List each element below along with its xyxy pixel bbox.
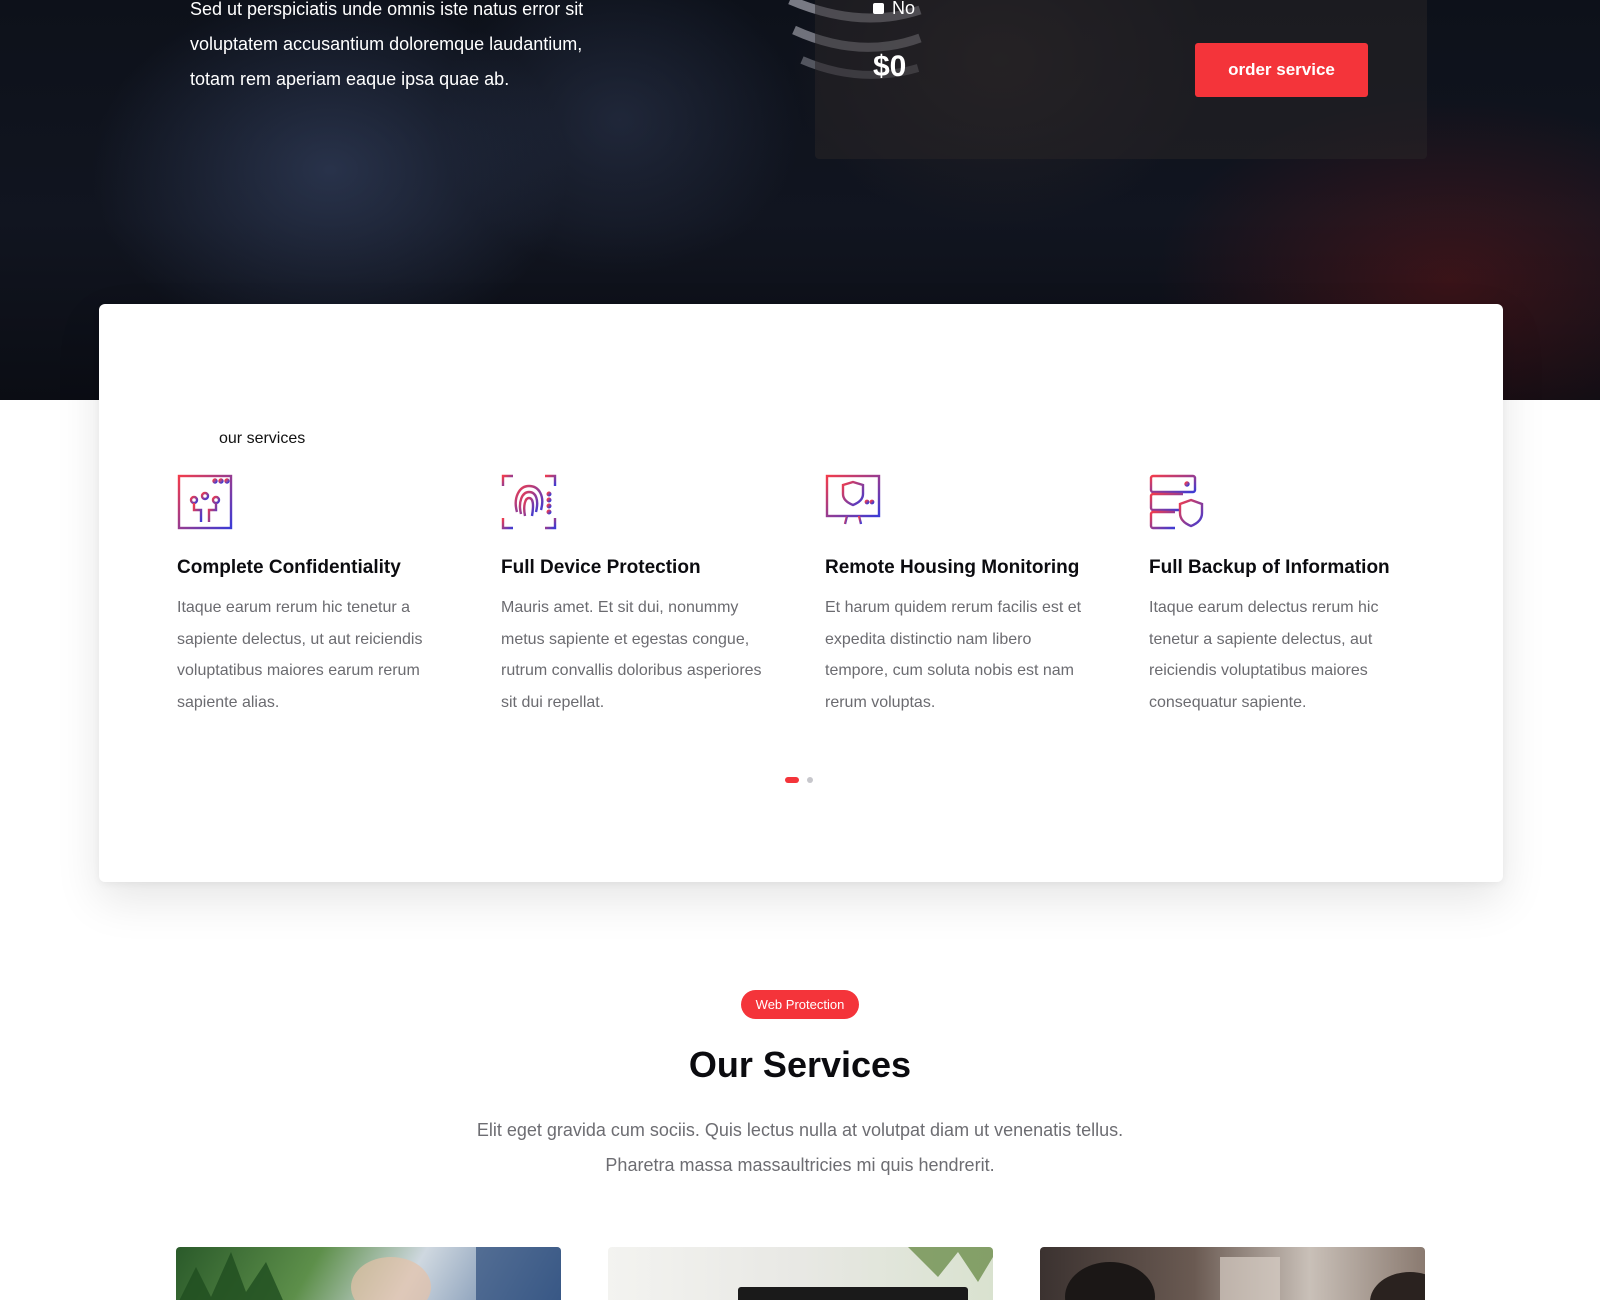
service-item: Full Device Protection Mauris amet. Et s… xyxy=(501,474,771,718)
service-item: Full Backup of Information Itaque earum … xyxy=(1149,474,1419,718)
hero-description: Sed ut perspiciatis unde omnis iste natu… xyxy=(190,0,610,97)
no-option[interactable]: No xyxy=(873,0,915,19)
carousel-dot-2[interactable] xyxy=(807,777,813,783)
service-image-1[interactable] xyxy=(176,1247,561,1300)
hero-text-line: Sed ut perspiciatis unde omnis iste natu… xyxy=(190,0,584,19)
service-description: Itaque earum rerum hic tenetur a sapient… xyxy=(177,599,423,711)
service-image-2[interactable] xyxy=(608,1247,993,1300)
services-card: our services Complete Confidentiality It… xyxy=(99,304,1503,882)
server-shield-icon xyxy=(1149,474,1204,530)
web-protection-badge: Web Protection xyxy=(741,990,859,1019)
hero-text-line: totam rem aperiam eaque ipsa quae ab. xyxy=(190,69,510,89)
order-service-button[interactable]: order service xyxy=(1195,43,1368,97)
service-image-3[interactable] xyxy=(1040,1247,1425,1300)
carousel-dot-1[interactable] xyxy=(785,777,799,783)
circuit-window-icon xyxy=(177,474,233,530)
section-title: Our Services xyxy=(688,1044,912,1085)
subtitle-line: Pharetra massa massaultricies mi quis he… xyxy=(605,1155,995,1175)
no-checkbox[interactable] xyxy=(873,3,884,14)
monitor-shield-icon xyxy=(825,474,881,528)
price-total: $0 xyxy=(873,50,907,83)
service-description: Et harum quidem rerum facilis est et exp… xyxy=(825,599,1082,711)
carousel-pagination xyxy=(785,777,813,783)
service-title: Remote Housing Monitoring xyxy=(825,557,1080,578)
hero-text-line: voluptatem accusantium doloremque laudan… xyxy=(190,34,583,54)
service-title: Full Device Protection xyxy=(501,557,701,578)
fingerprint-icon xyxy=(501,474,557,530)
subtitle-line: Elit eget gravida cum sociis. Quis lectu… xyxy=(476,1120,1124,1140)
service-title: Full Backup of Information xyxy=(1149,557,1390,578)
service-description: Mauris amet. Et sit dui, nonummy metus s… xyxy=(501,599,762,711)
service-title: Complete Confidentiality xyxy=(177,557,401,578)
service-description: Itaque earum delectus rerum hic tenetur … xyxy=(1149,599,1379,711)
service-item: Remote Housing Monitoring Et harum quide… xyxy=(825,474,1095,718)
section-subtitle: Elit eget gravida cum sociis. Quis lectu… xyxy=(400,1113,1200,1183)
card-eyebrow: our services xyxy=(219,430,306,447)
no-option-label: No xyxy=(892,0,916,18)
order-panel: No $0 order service xyxy=(815,0,1427,159)
service-item: Complete Confidentiality Itaque earum re… xyxy=(177,474,447,718)
